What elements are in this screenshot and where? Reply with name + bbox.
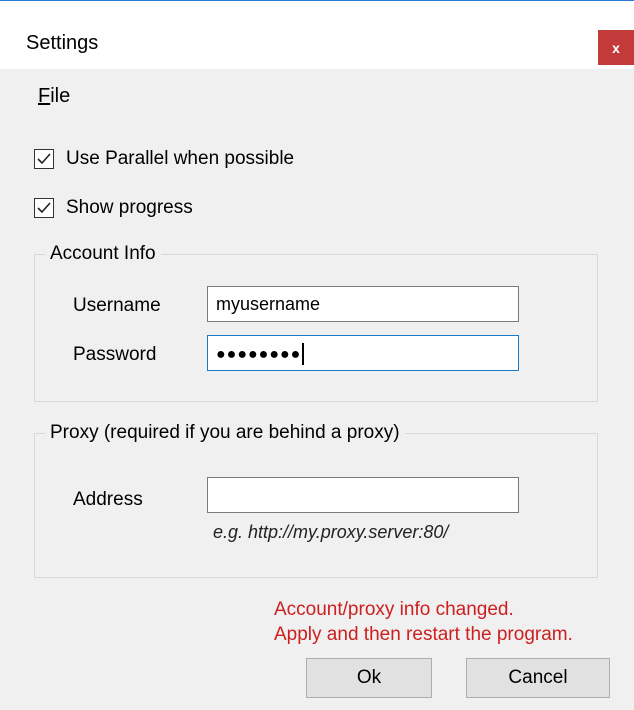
address-field[interactable] <box>207 477 519 513</box>
client-area: File Use Parallel when possible Show pro… <box>0 69 634 710</box>
settings-window: Settings x File Use Parallel when possib… <box>0 0 634 710</box>
check-icon <box>37 202 51 214</box>
use-parallel-checkbox[interactable] <box>34 149 54 169</box>
ok-button[interactable]: Ok <box>306 658 432 698</box>
cancel-button[interactable]: Cancel <box>466 658 610 698</box>
show-progress-checkbox[interactable] <box>34 198 54 218</box>
use-parallel-label: Use Parallel when possible <box>66 148 295 169</box>
title-bar: Settings x <box>0 1 634 69</box>
window-title: Settings <box>26 32 99 54</box>
status-line-1: Account/proxy info changed. <box>274 599 514 620</box>
account-info-title: Account Info <box>45 243 161 265</box>
menu-bar: File <box>0 69 634 117</box>
close-icon: x <box>612 39 620 56</box>
status-message: Account/proxy info changed. Apply and th… <box>274 597 573 647</box>
proxy-group: Proxy (required if you are behind a prox… <box>34 422 598 578</box>
password-mask: ●●●●●●●● <box>216 346 302 363</box>
address-label: Address <box>73 489 143 510</box>
password-label: Password <box>73 344 157 365</box>
menu-file-mnemonic: F <box>38 85 51 107</box>
text-caret <box>302 343 305 366</box>
close-button[interactable]: x <box>598 30 634 65</box>
menu-file[interactable]: File <box>38 84 70 108</box>
account-info-group: Account Info Username myusername Passwor… <box>34 243 598 402</box>
proxy-title: Proxy (required if you are behind a prox… <box>45 422 405 444</box>
check-icon <box>37 153 51 165</box>
show-progress-checkbox-row[interactable]: Show progress <box>34 197 193 219</box>
show-progress-label: Show progress <box>66 197 193 218</box>
menu-file-label: ile <box>50 85 71 107</box>
username-field[interactable]: myusername <box>207 286 519 322</box>
use-parallel-checkbox-row[interactable]: Use Parallel when possible <box>34 148 294 170</box>
status-line-2: Apply and then restart the program. <box>274 624 573 645</box>
address-hint: e.g. http://my.proxy.server:80/ <box>213 522 449 542</box>
username-label: Username <box>73 295 161 316</box>
password-field[interactable]: ●●●●●●●● <box>207 335 519 371</box>
